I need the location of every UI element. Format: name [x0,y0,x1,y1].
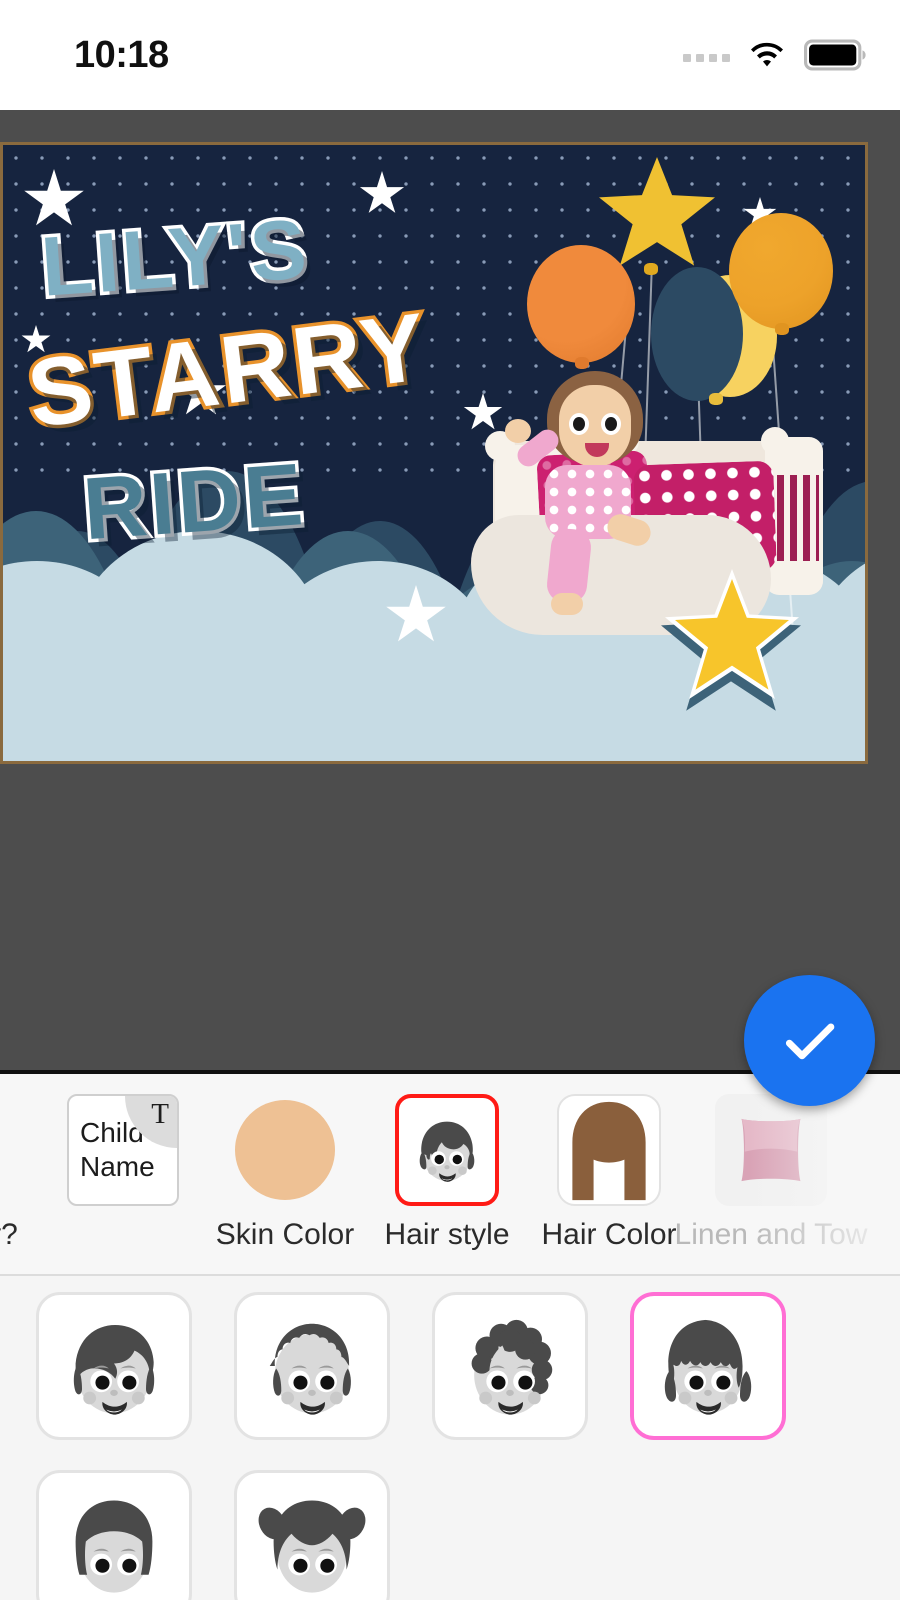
list-item[interactable] [234,1292,390,1440]
tool-item-childs-name[interactable]: T Child's Name [42,1074,204,1218]
balloon-knot [644,263,658,275]
tool-label-hair-style: Hair style [384,1218,510,1251]
skin-swatch-icon [235,1100,335,1200]
list-item[interactable] [36,1292,192,1440]
customization-panel: y? T Child's Name [0,1070,900,1600]
tool-item-hair-color[interactable]: Hair Color [528,1074,690,1252]
hair-swatch-icon [572,1101,646,1201]
tool-label-partial: y? [0,1218,18,1251]
hairstyle-curly-afro-icon [471,1319,553,1415]
battery-icon [804,39,866,71]
list-item[interactable] [432,1292,588,1440]
balloon-knot [775,323,789,335]
tool-strip-scroll[interactable]: y? T Child's Name [0,1074,867,1252]
partial-icon [0,1094,58,1206]
cover-title-line-3: RIDE [77,440,313,561]
hair-style-selected-box [395,1094,499,1206]
name-card-line-2: Name [80,1151,155,1182]
face-icon [419,1121,475,1182]
confirm-button[interactable] [744,975,875,1106]
tool-item-skin-color[interactable]: Skin Color [204,1074,366,1252]
cover-title: LILY'S STARRY RIDE [19,198,495,562]
orange-balloon [527,245,635,363]
balloon-knot [575,357,589,369]
signal-dots-icon [683,48,730,62]
wifi-icon [751,42,783,67]
cover-illustration [465,145,865,761]
hair-color-box [557,1094,661,1206]
hairstyle-long-straight-icon [75,1500,153,1593]
girl-pupil-left [573,417,585,431]
girl-hand [505,419,531,443]
status-indicators [683,38,866,72]
tool-item-partial[interactable]: y? [0,1074,42,1252]
tool-label-hair-color: Hair Color [541,1218,677,1251]
tool-label-skin-color: Skin Color [215,1218,355,1251]
hairstyle-short-side-part-icon [73,1325,155,1415]
girl-foot [551,593,583,615]
girl-hand [604,510,654,550]
list-item[interactable] [234,1470,390,1600]
list-item[interactable] [36,1470,192,1600]
amber-balloon [729,213,833,329]
book-cover-canvas[interactable]: LILY'S STARRY RIDE [0,142,868,764]
hairstyle-short-spiky-icon [269,1323,351,1415]
balloon-knot [709,393,723,405]
hairstyle-bob-fringe-icon [664,1319,752,1415]
editor-canvas-area: LILY'S STARRY RIDE [0,110,900,1070]
pillow-box [715,1094,827,1206]
girl-character [505,371,681,615]
star-balloon [599,157,715,266]
text-card-icon: T Child's Name [67,1094,179,1206]
tool-item-hair-style[interactable]: Hair style [366,1074,528,1252]
status-bar: 10:18 [0,0,900,110]
hairstyle-pigtails-icon [258,1500,366,1593]
tool-label-linen-and-towels: Linen and Tow [674,1218,868,1251]
hairstyle-options-grid[interactable] [0,1276,900,1600]
check-icon [785,1023,834,1059]
pillow-icon [741,1118,801,1182]
bed-post-knob [761,427,789,455]
list-item[interactable] [630,1292,786,1440]
tool-strip[interactable]: y? T Child's Name [0,1074,900,1274]
girl-pupil-right [605,417,617,431]
bed-rail [777,475,819,561]
status-time: 10:18 [74,34,169,76]
